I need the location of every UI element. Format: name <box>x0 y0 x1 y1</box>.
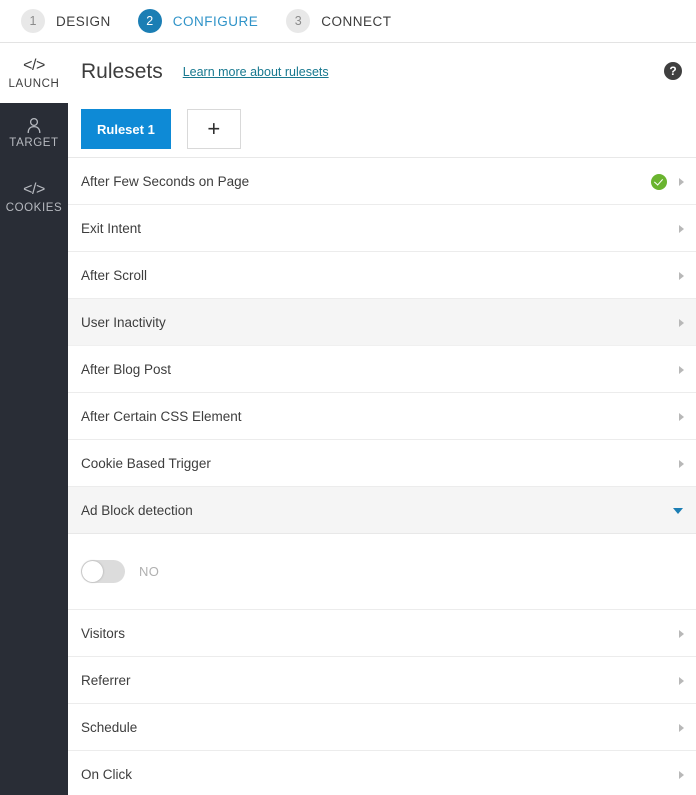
sidebar-item-launch[interactable]: </> LAUNCH <box>0 43 68 103</box>
step-number-1: 1 <box>21 9 45 33</box>
rule-row-cookie-based-trigger[interactable]: Cookie Based Trigger <box>68 440 696 487</box>
rule-row-referrer[interactable]: Referrer <box>68 657 696 704</box>
rule-label: Cookie Based Trigger <box>81 455 211 471</box>
help-icon[interactable]: ? <box>664 62 682 80</box>
rule-label: After Certain CSS Element <box>81 408 242 424</box>
rule-row-user-inactivity[interactable]: User Inactivity <box>68 299 696 346</box>
rule-label: Visitors <box>81 625 126 641</box>
wizard-step-bar: 1 DESIGN 2 CONFIGURE 3 CONNECT <box>0 0 696 43</box>
chevron-right-icon[interactable] <box>679 224 684 233</box>
rule-row-indicators <box>679 751 684 795</box>
check-circle-icon <box>651 173 667 190</box>
rule-row-after-blog-post[interactable]: After Blog Post <box>68 346 696 393</box>
learn-more-link[interactable]: Learn more about rulesets <box>183 65 329 79</box>
rule-row-indicators <box>673 487 684 534</box>
rule-row-indicators <box>679 393 684 440</box>
step-label-design: DESIGN <box>56 13 111 29</box>
chevron-right-icon[interactable] <box>679 723 684 732</box>
rule-label: Referrer <box>81 672 131 688</box>
rule-row-schedule[interactable]: Schedule <box>68 704 696 751</box>
rule-row-after-few-seconds-on-page[interactable]: After Few Seconds on Page <box>68 158 696 205</box>
sidebar-item-label-cookies: COOKIES <box>5 201 63 214</box>
add-ruleset-button[interactable]: + <box>186 109 241 149</box>
rule-row-on-click[interactable]: On Click <box>68 751 696 795</box>
chevron-right-icon[interactable] <box>679 271 684 280</box>
chevron-right-icon[interactable] <box>679 365 684 374</box>
left-sidebar: </> LAUNCH TARGET </> COOKIES <box>0 43 68 795</box>
chevron-right-icon[interactable] <box>679 676 684 685</box>
rule-row-indicators <box>679 299 684 346</box>
chevron-right-icon[interactable] <box>679 770 684 779</box>
tab-ruleset-1[interactable]: Ruleset 1 <box>81 109 171 149</box>
code-icon: </> <box>23 56 45 74</box>
rule-row-indicators <box>679 205 684 252</box>
code-icon: </> <box>23 180 45 198</box>
rule-row-visitors[interactable]: Visitors <box>68 610 696 657</box>
rule-row-exit-intent[interactable]: Exit Intent <box>68 205 696 252</box>
wizard-step-design[interactable]: 1 DESIGN <box>21 0 111 43</box>
chevron-right-icon[interactable] <box>679 318 684 327</box>
chevron-right-icon[interactable] <box>679 412 684 421</box>
rule-label: After Blog Post <box>81 361 172 377</box>
rule-row-indicators <box>679 440 684 487</box>
step-number-2: 2 <box>137 9 162 33</box>
rule-row-indicators <box>679 610 684 657</box>
rule-label: Ad Block detection <box>81 502 193 518</box>
step-number-3: 3 <box>286 9 311 33</box>
rule-row-indicators <box>679 657 684 704</box>
rule-row-indicators <box>679 346 684 393</box>
chevron-right-icon[interactable] <box>679 177 684 186</box>
ad-block-detection-panel: NO <box>68 534 696 610</box>
chevron-right-icon[interactable] <box>679 629 684 638</box>
rule-label: On Click <box>81 766 133 782</box>
rule-row-after-scroll[interactable]: After Scroll <box>68 252 696 299</box>
chevron-down-icon[interactable] <box>673 507 683 514</box>
rule-label: After Few Seconds on Page <box>81 173 250 189</box>
rule-label: After Scroll <box>81 267 148 283</box>
wizard-step-connect[interactable]: 3 CONNECT <box>286 0 391 43</box>
page-header: Rulesets Learn more about rulesets ? <box>68 43 696 101</box>
rule-label: User Inactivity <box>81 314 166 330</box>
step-label-connect: CONNECT <box>321 13 392 29</box>
rule-row-indicators <box>679 252 684 299</box>
rule-row-indicators <box>679 704 684 751</box>
chevron-right-icon[interactable] <box>679 459 684 468</box>
rule-label: Schedule <box>81 719 138 735</box>
step-label-configure: CONFIGURE <box>172 13 259 29</box>
wizard-step-configure[interactable]: 2 CONFIGURE <box>137 0 259 43</box>
sidebar-item-cookies[interactable]: </> COOKIES <box>0 167 68 227</box>
rule-list: After Few Seconds on Page Exit Intent Af… <box>68 157 696 795</box>
sidebar-item-label-launch: LAUNCH <box>8 77 60 90</box>
ruleset-tabs: Ruleset 1 + <box>68 101 696 157</box>
rule-label: Exit Intent <box>81 220 142 236</box>
ad-block-detection-toggle[interactable] <box>81 560 125 583</box>
rule-row-after-certain-css-element[interactable]: After Certain CSS Element <box>68 393 696 440</box>
main-content: Rulesets Learn more about rulesets ? Rul… <box>68 43 696 795</box>
user-icon <box>26 117 42 134</box>
toggle-knob <box>82 561 103 582</box>
sidebar-item-target[interactable]: TARGET <box>0 103 68 163</box>
rule-row-indicators <box>651 158 684 205</box>
sidebar-item-label-target: TARGET <box>9 137 59 149</box>
page-title: Rulesets <box>81 60 163 83</box>
rule-row-ad-block-detection[interactable]: Ad Block detection <box>68 487 696 534</box>
ad-block-detection-toggle-value: NO <box>139 564 160 579</box>
